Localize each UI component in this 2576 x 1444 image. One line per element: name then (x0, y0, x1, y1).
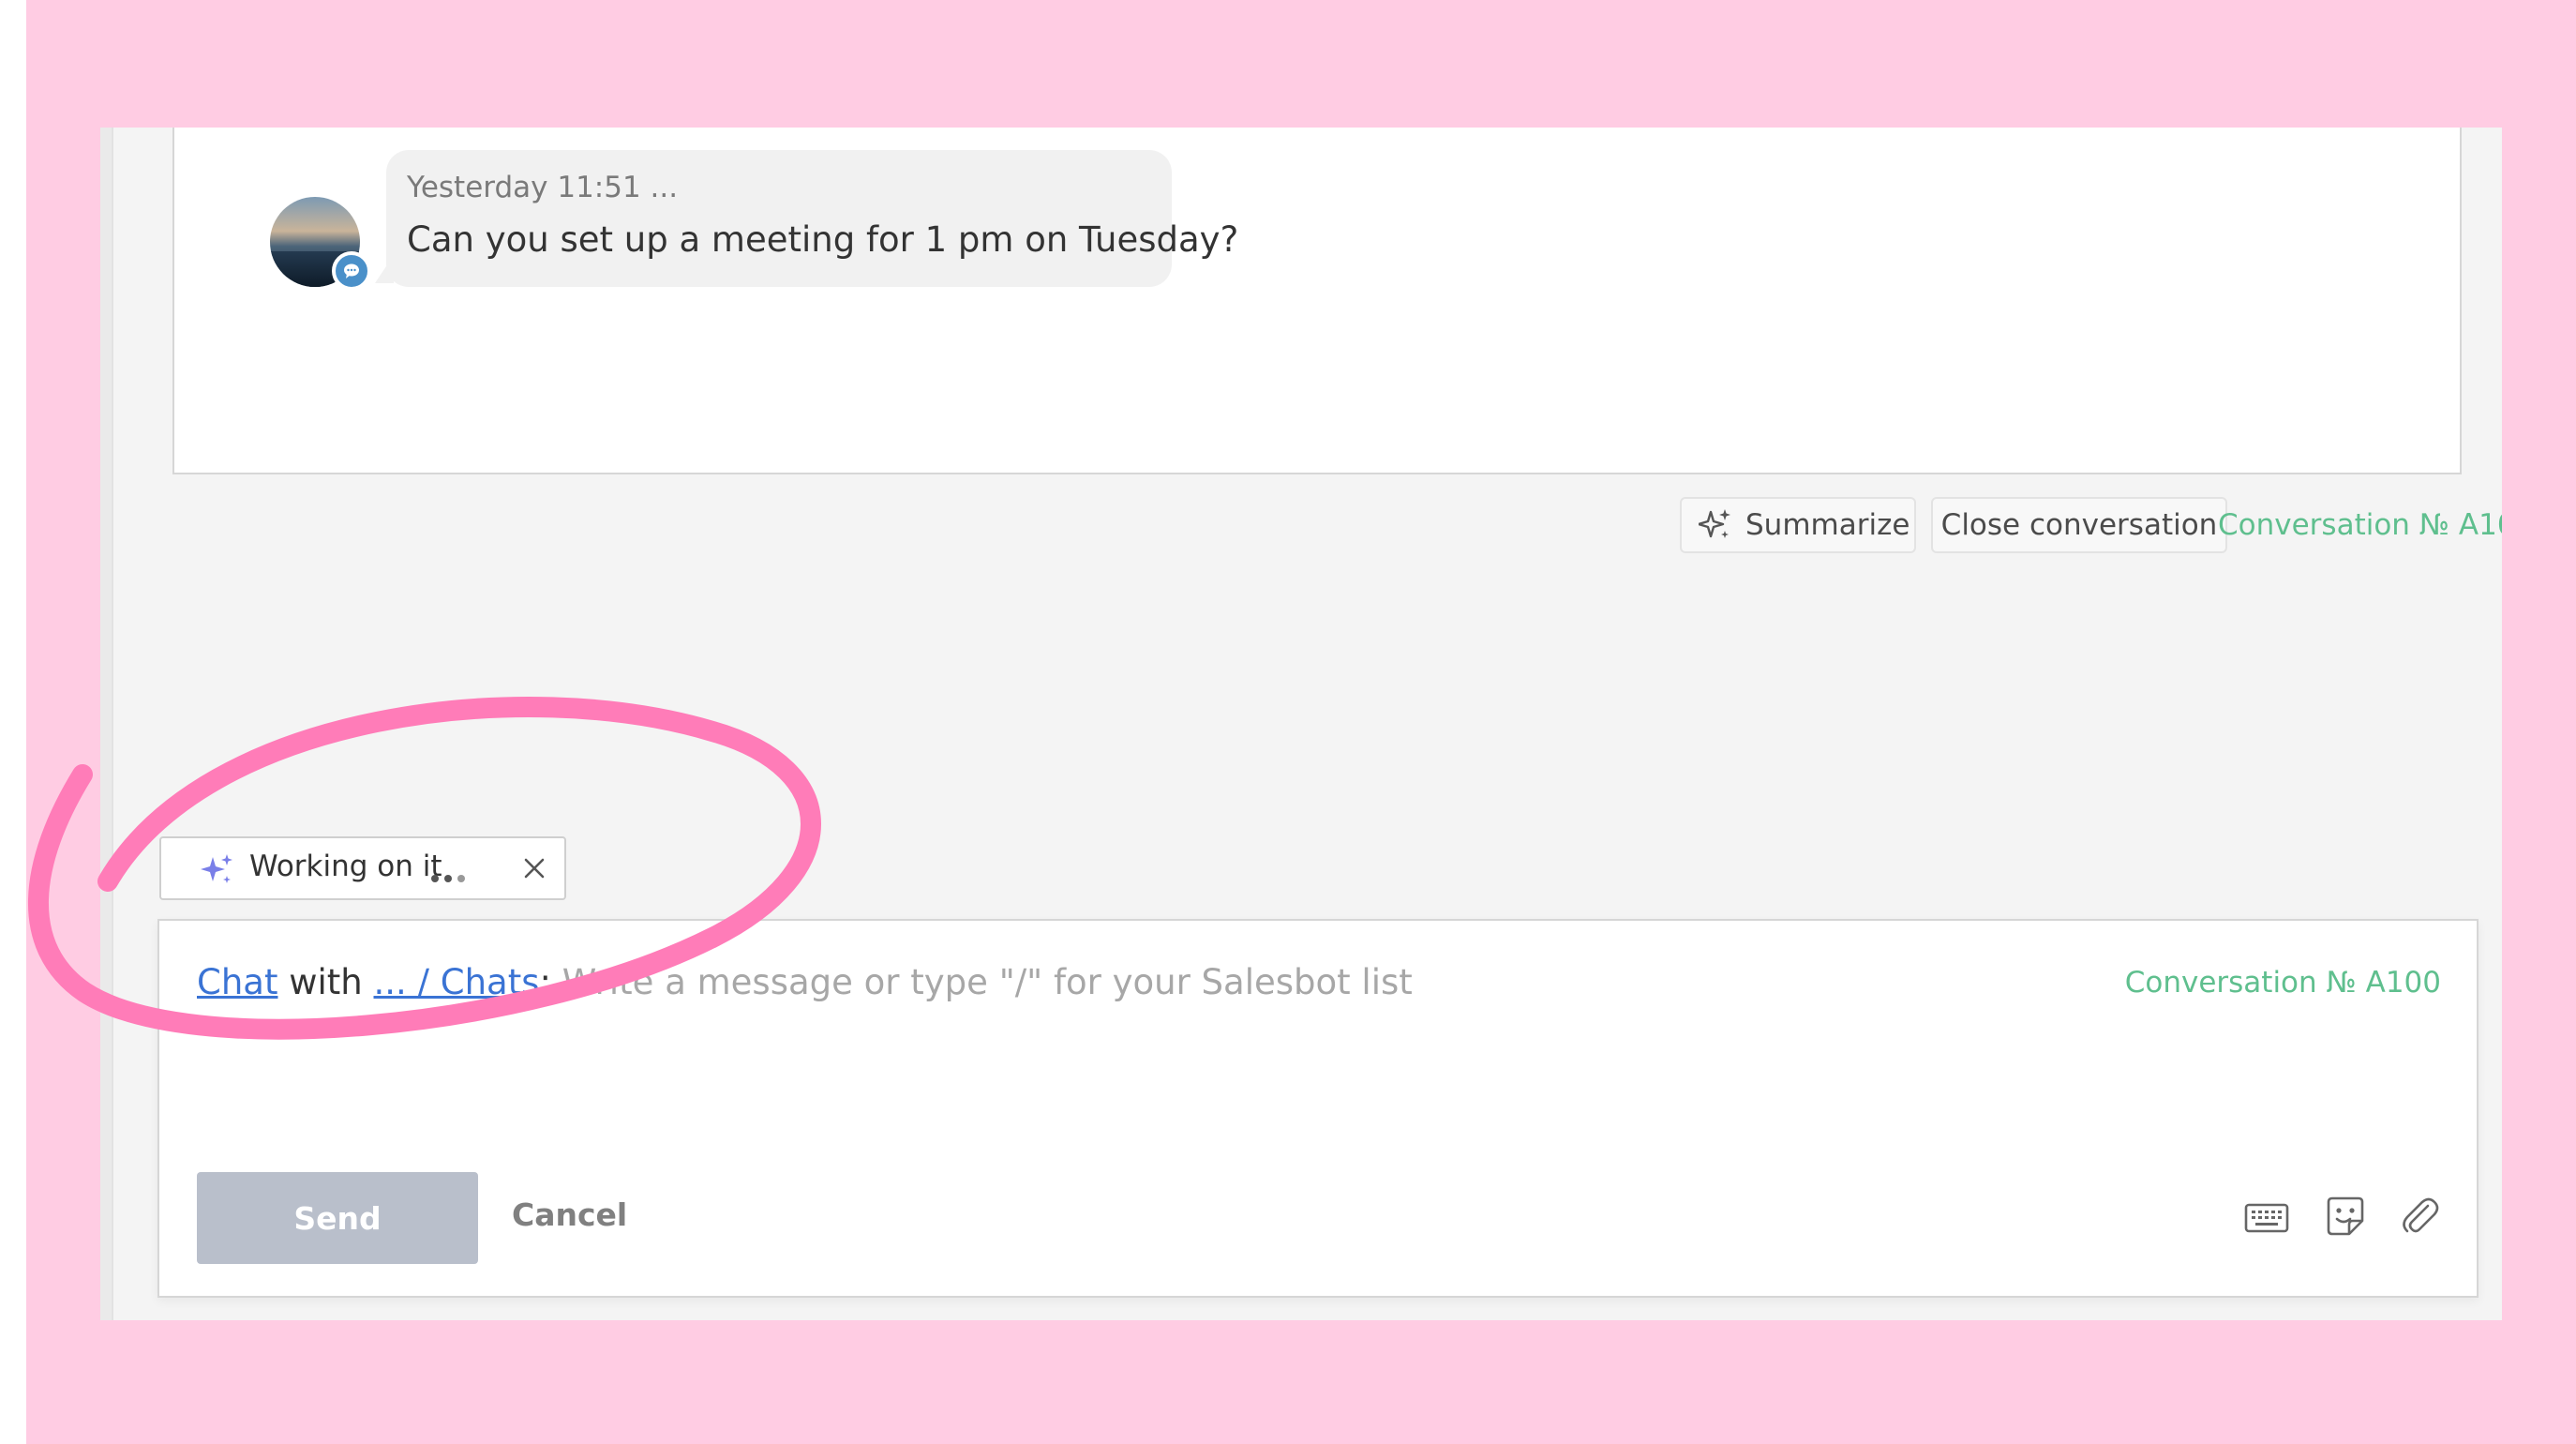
message-composer[interactable]: Chat with ... / Chats: Write a message o… (157, 919, 2479, 1298)
send-button[interactable]: Send (197, 1172, 478, 1264)
chat-target-link[interactable]: ... / Chats (374, 962, 540, 1002)
sparkle-icon (1699, 509, 1730, 538)
summarize-button[interactable]: Summarize (1680, 497, 1916, 553)
conversation-card: Yesterday 11:51 ... Can you set up a mee… (172, 128, 2502, 553)
colon: : (539, 962, 551, 1002)
chat-bubble-icon (332, 251, 371, 291)
chat-app-window: Yesterday 11:51 ... Can you set up a mee… (100, 128, 2502, 1320)
message-input-placeholder[interactable]: Write a message or type "/" for your Sal… (551, 962, 1413, 1002)
close-icon[interactable] (519, 853, 549, 883)
summarize-label: Summarize (1745, 508, 1910, 542)
conversation-number[interactable]: Conversation № A100 (2218, 508, 2502, 542)
paperclip-icon[interactable] (2396, 1193, 2445, 1241)
message-text: Can you set up a meeting for 1 pm on Tue… (407, 219, 1239, 260)
keyboard-icon[interactable] (2242, 1193, 2291, 1241)
composer-header: Chat with ... / Chats: Write a message o… (197, 962, 1413, 1002)
cancel-button[interactable]: Cancel (512, 1196, 627, 1233)
sparkle-icon (201, 854, 232, 883)
left-edge (100, 128, 113, 1320)
close-conversation-label: Close conversation (1940, 508, 2218, 542)
working-status-pill: Working on it (159, 836, 566, 900)
with-text: with (277, 962, 374, 1002)
working-status-text: Working on it (249, 850, 442, 883)
chat-link[interactable]: Chat (197, 962, 277, 1002)
composer-conversation-number[interactable]: Conversation № A100 (2125, 966, 2441, 1000)
close-conversation-button[interactable]: Close conversation (1931, 497, 2227, 553)
message-timestamp: Yesterday 11:51 ... (407, 171, 679, 204)
sticker-icon[interactable] (2321, 1193, 2370, 1241)
loading-dots (431, 868, 471, 886)
